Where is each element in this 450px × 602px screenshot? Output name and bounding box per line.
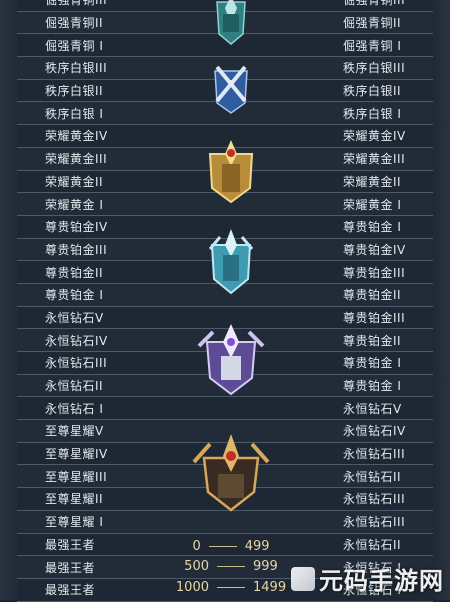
rank-cell: 永恒钻石III [343, 492, 406, 507]
silver-emblem-icon [214, 65, 248, 114]
points-to: 1499 [253, 580, 287, 596]
range-dash [217, 566, 245, 568]
points-to: 499 [244, 538, 270, 554]
bronze-emblem-icon [216, 0, 246, 45]
rank-cell: 尊贵铂金IV [45, 220, 108, 235]
starlight-emblem-icon [192, 434, 270, 512]
points-from: 0 [192, 538, 201, 554]
rank-cell: 尊贵铂金 I [343, 356, 402, 371]
rank-cell: 秩序白银III [45, 61, 108, 76]
rank-cell: 倔强青铜III [343, 0, 406, 8]
rank-cell: 秩序白银 I [343, 106, 402, 121]
rank-cell: 至尊星耀II [45, 492, 104, 507]
rank-cell: 荣耀黄金III [45, 152, 108, 167]
rank-cell: 荣耀黄金IV [45, 129, 108, 144]
rank-cell: 尊贵铂金 I [45, 288, 104, 303]
rank-cell: 最强王者 [45, 560, 96, 575]
rank-cell: 永恒钻石II [45, 379, 104, 394]
rank-cell: 永恒钻石IV [343, 424, 406, 439]
rank-cell: 最强王者 [45, 537, 96, 552]
points-from: 1000 [175, 580, 209, 596]
rank-cell: 荣耀黄金III [343, 152, 406, 167]
rank-cell: 尊贵铂金II [45, 265, 104, 280]
rank-cell: 至尊星耀 I [45, 515, 104, 530]
points-to: 999 [253, 559, 278, 575]
rank-cell: 最强王者 [45, 583, 96, 598]
rank-cell: 永恒钻石IV [45, 333, 108, 348]
rank-cell: 倔强青铜 I [343, 38, 402, 53]
rank-cell: 尊贵铂金 I [343, 379, 402, 394]
rank-cell: 永恒钻石III [343, 515, 406, 530]
rank-cell: 尊贵铂金 I [343, 220, 402, 235]
emblem-column [143, 0, 319, 600]
rank-cell: 倔强青铜III [45, 0, 108, 8]
rank-cell: 永恒钻石III [343, 447, 406, 462]
rank-cell: 永恒钻石 I [45, 401, 104, 416]
rank-cell: 秩序白银II [45, 84, 104, 99]
range-dash [208, 545, 237, 547]
rank-cell: 永恒钻石V [343, 401, 402, 416]
rank-cell: 荣耀黄金 I [45, 197, 104, 212]
rank-cell: 荣耀黄金II [45, 174, 104, 189]
points-from: 500 [184, 559, 209, 575]
rank-cell: 永恒钻石V [45, 310, 104, 325]
points-range: 0 499 [143, 535, 319, 557]
rank-cell: 至尊星耀IV [45, 447, 108, 462]
diamond-emblem-icon [197, 324, 265, 396]
rank-cell: 尊贵铂金II [343, 288, 402, 303]
rank-cell: 秩序白银 I [45, 106, 104, 121]
rank-cell: 永恒钻石II [343, 469, 402, 484]
watermark-logo-icon [291, 566, 315, 591]
rank-cell: 荣耀黄金 I [343, 197, 402, 212]
range-dash [217, 587, 245, 589]
rank-cell: 至尊星耀III [45, 469, 108, 484]
rank-cell: 倔强青铜II [45, 16, 104, 31]
rank-cell: 尊贵铂金II [343, 333, 402, 348]
gold-emblem-icon [208, 140, 254, 204]
rank-cell: 尊贵铂金III [343, 265, 406, 280]
rank-cell: 尊贵铂金IV [343, 242, 406, 257]
rank-cell: 秩序白银II [343, 84, 402, 99]
rank-cell: 倔强青铜 I [45, 38, 104, 53]
rank-cell: 倔强青铜II [343, 16, 402, 31]
rank-cell: 至尊星耀V [45, 424, 104, 439]
rank-cell: 尊贵铂金III [45, 242, 108, 257]
rank-cell: 永恒钻石III [45, 356, 108, 371]
platinum-emblem-icon [208, 229, 254, 295]
rank-cell: 尊贵铂金III [343, 310, 406, 325]
rank-cell: 永恒钻石II [343, 537, 402, 552]
rank-cell: 荣耀黄金II [343, 174, 402, 189]
watermark: 元码手游网 [291, 561, 444, 596]
rank-cell: 荣耀黄金IV [343, 129, 406, 144]
rank-cell: 秩序白银III [343, 61, 406, 76]
